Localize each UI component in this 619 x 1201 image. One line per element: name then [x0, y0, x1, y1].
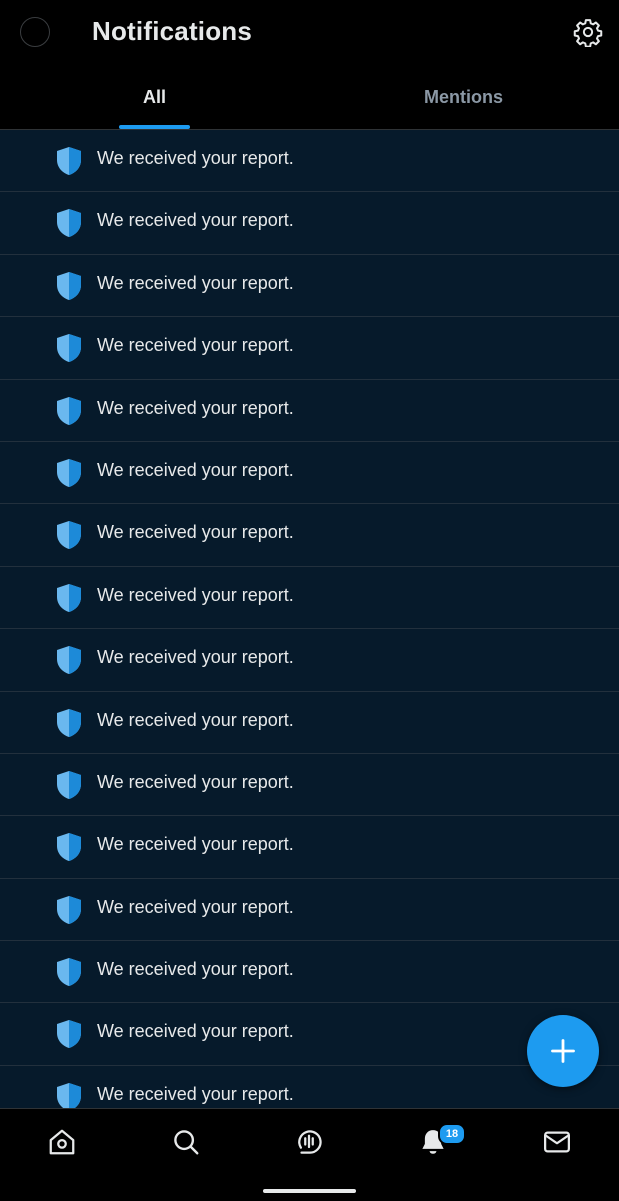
- shield-icon: [57, 396, 81, 425]
- nav-spaces[interactable]: [294, 1127, 324, 1157]
- shield-icon: [57, 458, 81, 487]
- notification-tabs: All Mentions: [0, 66, 619, 130]
- notification-text: We received your report.: [97, 1083, 294, 1104]
- shield-icon: [57, 583, 81, 612]
- notification-row[interactable]: We received your report.: [0, 504, 619, 567]
- notification-text: We received your report.: [97, 459, 294, 480]
- notification-row[interactable]: We received your report.: [0, 379, 619, 442]
- shield-icon: [57, 1020, 81, 1049]
- home-indicator: [263, 1189, 356, 1193]
- nav-search[interactable]: [171, 1127, 201, 1157]
- gear-icon: [573, 19, 603, 48]
- notification-row[interactable]: We received your report.: [0, 192, 619, 255]
- notification-row[interactable]: We received your report.: [0, 753, 619, 817]
- compose-button[interactable]: [527, 1015, 599, 1087]
- notification-text: We received your report.: [97, 771, 294, 792]
- notification-row[interactable]: We received your report.: [0, 1003, 619, 1066]
- page-title: Notifications: [92, 16, 253, 46]
- tab-mentions[interactable]: Mentions: [309, 66, 618, 129]
- shield-icon: [57, 833, 81, 862]
- tab-all-label: All: [142, 87, 166, 107]
- notification-row[interactable]: We received your report.: [0, 629, 619, 692]
- shield-icon: [57, 521, 81, 550]
- notification-text: We received your report.: [97, 647, 294, 668]
- notification-row[interactable]: We received your report.: [0, 317, 619, 380]
- shield-icon: [57, 334, 81, 363]
- notification-row[interactable]: We received your report.: [0, 1065, 619, 1108]
- notification-text: We received your report.: [97, 335, 294, 356]
- notification-text: We received your report.: [97, 272, 294, 293]
- shield-icon: [57, 895, 81, 924]
- bottom-nav: [0, 1108, 619, 1201]
- notification-list[interactable]: We received your report. We received your…: [0, 130, 619, 1108]
- notification-text: We received your report.: [97, 522, 294, 543]
- notification-text: We received your report.: [97, 148, 294, 168]
- tab-mentions-label: Mentions: [424, 87, 503, 107]
- notification-text: We received your report.: [97, 834, 294, 855]
- shield-icon: [57, 147, 81, 175]
- shield-icon: [57, 708, 81, 737]
- notification-text: We received your report.: [97, 210, 294, 231]
- nav-messages[interactable]: [542, 1127, 572, 1157]
- shield-icon: [57, 646, 81, 675]
- notification-row[interactable]: We received your report.: [0, 941, 619, 1004]
- notification-text: We received your report.: [97, 397, 294, 418]
- shield-icon: [57, 271, 81, 300]
- spaces-microphone-icon: [298, 1130, 322, 1154]
- notification-row[interactable]: We received your report.: [0, 816, 619, 879]
- nav-home[interactable]: [47, 1127, 77, 1157]
- shield-icon: [57, 770, 81, 799]
- notification-text: We received your report.: [97, 1021, 294, 1042]
- notification-row[interactable]: We received your report.: [0, 130, 619, 193]
- notification-text: We received your report.: [97, 896, 294, 917]
- notification-row[interactable]: We received your report.: [0, 878, 619, 942]
- mail-icon: [544, 1131, 570, 1153]
- home-icon: [49, 1129, 75, 1155]
- profile-avatar-icon[interactable]: [20, 17, 50, 47]
- notification-text: We received your report.: [97, 709, 294, 730]
- shield-icon: [57, 958, 81, 987]
- search-icon: [174, 1130, 199, 1155]
- top-bar: Notifications: [0, 0, 619, 66]
- notification-row[interactable]: We received your report.: [0, 566, 619, 630]
- plus-icon: [551, 1039, 575, 1063]
- notification-row[interactable]: We received your report.: [0, 691, 619, 754]
- settings-button[interactable]: [573, 17, 603, 48]
- shield-icon: [57, 209, 81, 238]
- notification-row[interactable]: We received your report.: [0, 254, 619, 318]
- shield-icon: [57, 1082, 81, 1108]
- notification-row[interactable]: We received your report.: [0, 441, 619, 505]
- active-tab-indicator: [119, 125, 190, 129]
- tab-all[interactable]: All: [0, 66, 309, 129]
- notification-text: We received your report.: [97, 959, 294, 980]
- notification-count-badge: 18: [438, 1123, 466, 1145]
- notification-text: We received your report.: [97, 584, 294, 605]
